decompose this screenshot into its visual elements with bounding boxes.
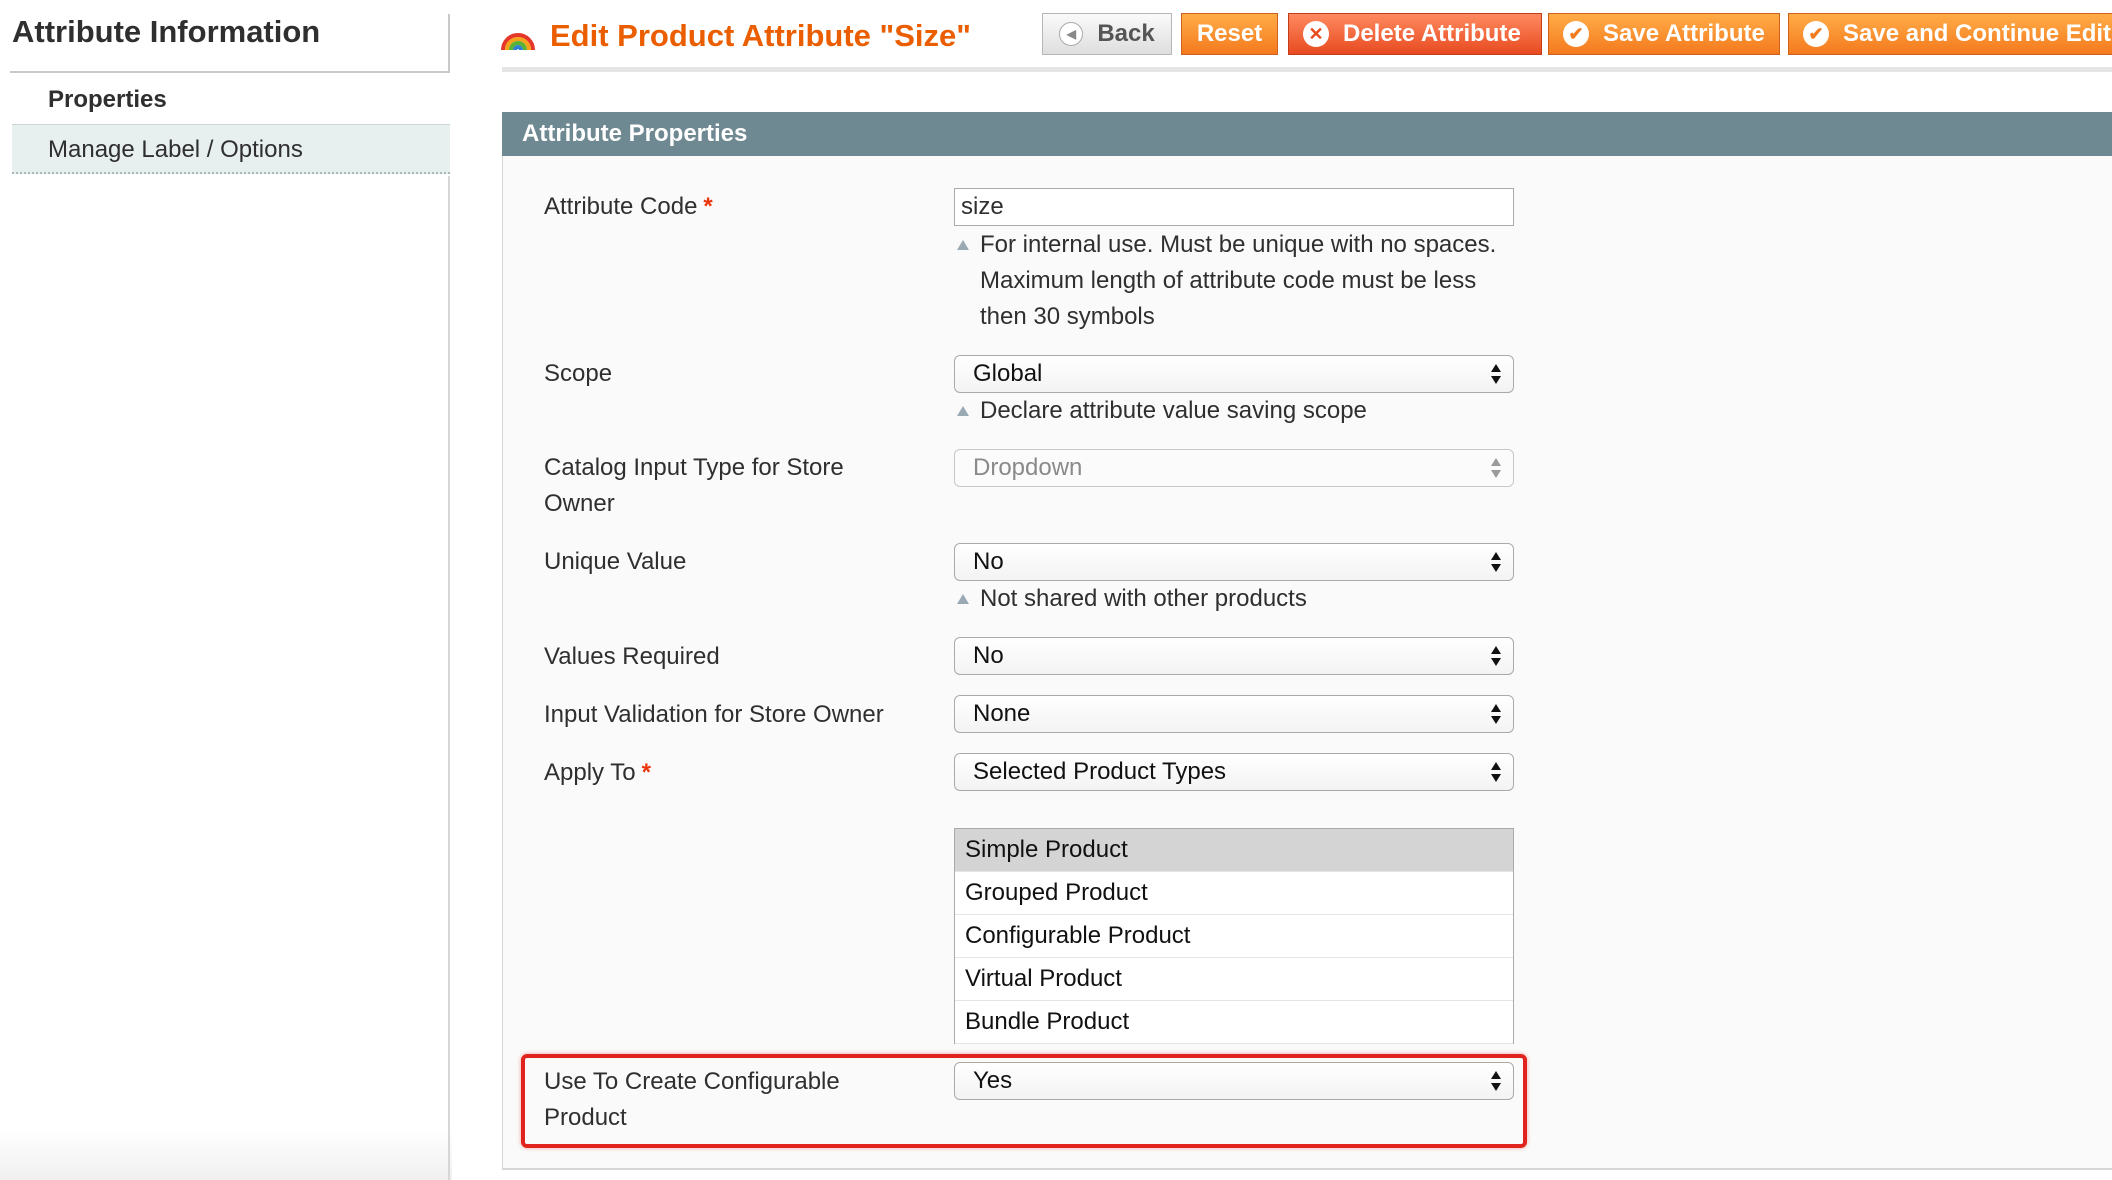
unique-value-note: Not shared with other products <box>954 581 1514 617</box>
note-arrow-icon <box>957 240 969 250</box>
attribute-code-input[interactable] <box>954 188 1514 226</box>
input-validation-select[interactable]: None <box>954 695 1514 733</box>
required-mark: * <box>703 193 713 220</box>
content-divider <box>448 176 450 1180</box>
sidebar-title: Attribute Information <box>12 14 321 49</box>
scope-label: Scope <box>544 360 613 387</box>
note-arrow-icon <box>957 594 969 604</box>
save-continue-button[interactable]: ✔ Save and Continue Edit <box>1788 13 2112 55</box>
apply-to-select[interactable]: Selected Product Types <box>954 753 1514 791</box>
arrow-left-icon: ◀ <box>1059 22 1084 46</box>
sidebar-divider <box>10 71 450 73</box>
back-button-label: Back <box>1097 20 1155 47</box>
select-arrows-icon <box>1491 364 1501 384</box>
select-arrows-icon <box>1491 646 1501 666</box>
header-divider <box>502 67 2112 72</box>
input-validation-label: Input Validation for Store Owner <box>544 701 884 728</box>
rainbow-icon <box>501 33 535 51</box>
values-required-select[interactable]: No <box>954 637 1514 675</box>
scope-note: Declare attribute value saving scope <box>954 393 1514 429</box>
sidebar-divider-vertical <box>448 14 450 73</box>
product-types-multiselect[interactable]: Simple Product Grouped Product Configura… <box>954 828 1514 1044</box>
note-arrow-icon <box>957 406 969 416</box>
section-header: Attribute Properties <box>502 112 2112 156</box>
page-title: Edit Product Attribute "Size" <box>500 18 971 54</box>
option-configurable-product[interactable]: Configurable Product <box>955 915 1513 958</box>
section-bottom-border <box>502 1168 2112 1170</box>
select-arrows-icon <box>1491 704 1501 724</box>
scope-select[interactable]: Global <box>954 355 1514 393</box>
attribute-code-label: Attribute Code * <box>544 193 713 220</box>
checkmark-icon: ✔ <box>1803 21 1829 47</box>
reset-button[interactable]: Reset <box>1181 13 1278 55</box>
attribute-code-note: For internal use. Must be unique with no… <box>954 227 1514 335</box>
sidebar-item-properties[interactable]: Properties <box>12 75 450 125</box>
values-required-label: Values Required <box>544 643 720 670</box>
option-grouped-product[interactable]: Grouped Product <box>955 872 1513 915</box>
required-mark: * <box>641 759 651 786</box>
select-arrows-icon <box>1491 458 1501 478</box>
sidebar-item-manage-label-options[interactable]: Manage Label / Options <box>12 124 450 174</box>
save-continue-button-label: Save and Continue Edit <box>1843 20 2112 47</box>
save-button-label: Save Attribute <box>1603 20 1765 47</box>
option-virtual-product[interactable]: Virtual Product <box>955 958 1513 1001</box>
option-bundle-product[interactable]: Bundle Product <box>955 1001 1513 1044</box>
unique-value-label: Unique Value <box>544 548 687 575</box>
sidebar-footer-shade <box>0 1130 452 1180</box>
sidebar: Attribute Information Properties Manage … <box>0 0 452 1180</box>
unique-value-select[interactable]: No <box>954 543 1514 581</box>
delete-attribute-button[interactable]: ✕ Delete Attribute <box>1288 13 1542 55</box>
page-title-text: Edit Product Attribute "Size" <box>550 18 971 53</box>
catalog-input-type-select: Dropdown <box>954 449 1514 487</box>
checkmark-icon: ✔ <box>1563 21 1589 47</box>
apply-to-label: Apply To * <box>544 759 651 786</box>
save-attribute-button[interactable]: ✔ Save Attribute <box>1548 13 1780 55</box>
highlight-annotation-box <box>521 1054 1527 1148</box>
catalog-input-type-label: Catalog Input Type for Store Owner <box>544 454 844 517</box>
option-simple-product[interactable]: Simple Product <box>955 829 1513 872</box>
delete-button-label: Delete Attribute <box>1343 20 1521 47</box>
back-button[interactable]: ◀ Back <box>1042 13 1172 55</box>
select-arrows-icon <box>1491 552 1501 572</box>
delete-icon: ✕ <box>1303 21 1329 47</box>
select-arrows-icon <box>1491 762 1501 782</box>
